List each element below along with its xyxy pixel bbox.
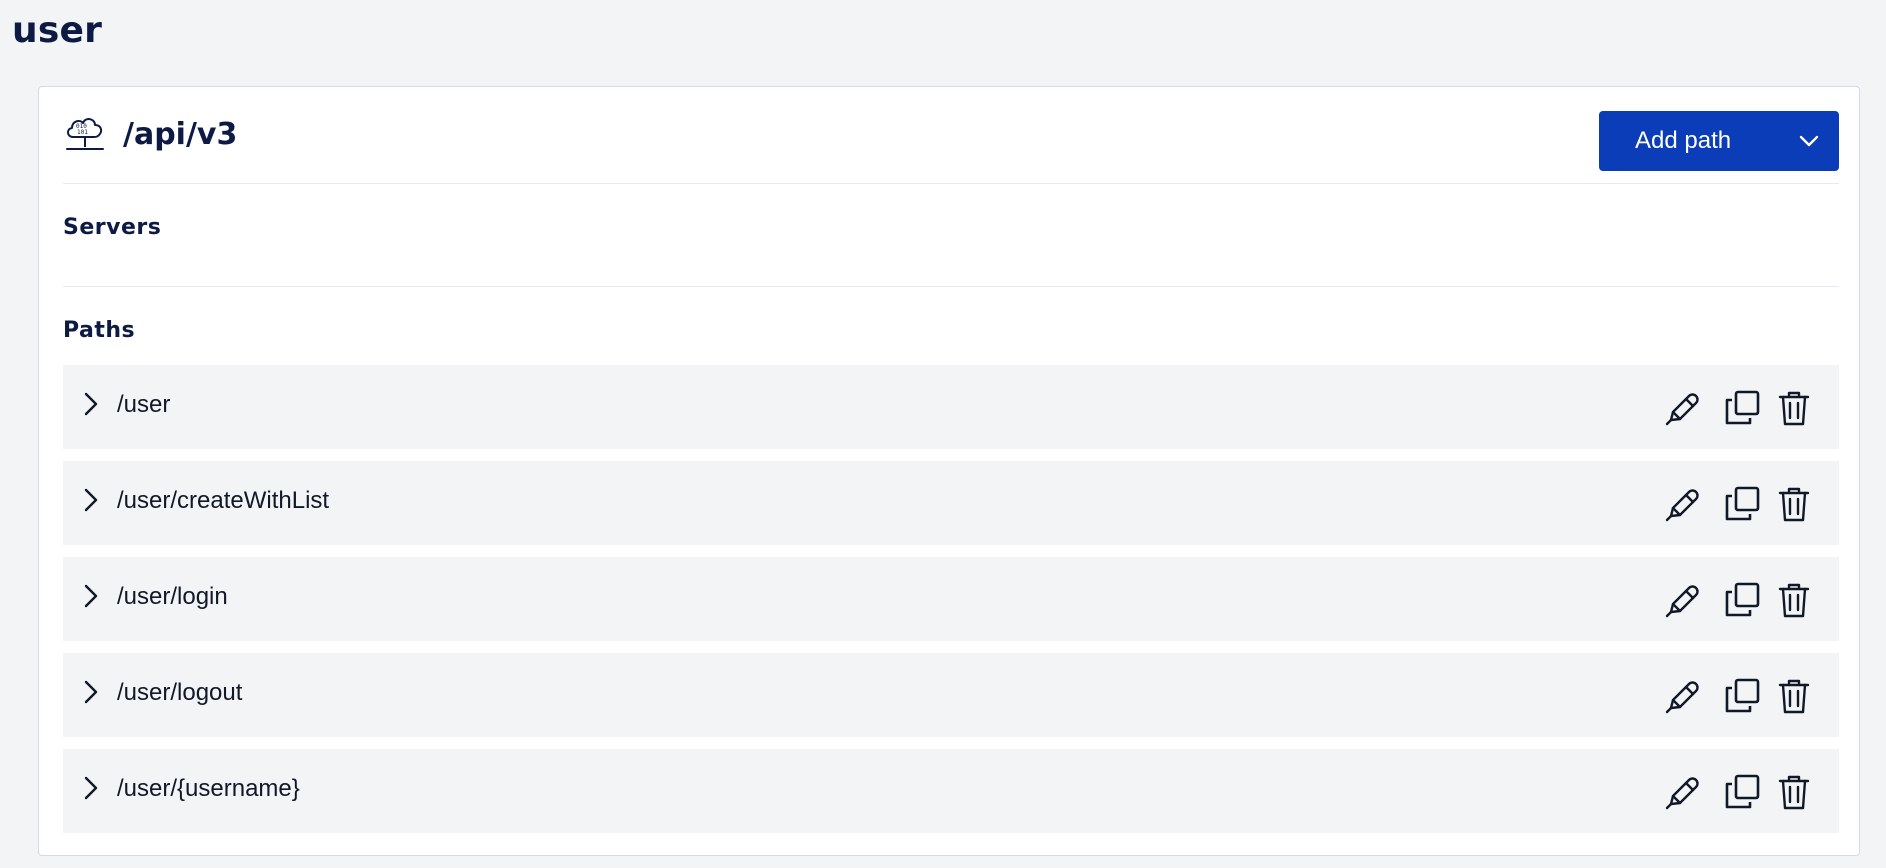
row-actions bbox=[1641, 581, 1811, 619]
header-divider bbox=[63, 183, 1839, 184]
add-path-button[interactable]: Add path bbox=[1599, 111, 1839, 171]
row-actions bbox=[1641, 677, 1811, 715]
chevron-right-icon[interactable] bbox=[81, 487, 101, 513]
path-name: /user bbox=[117, 391, 171, 418]
card-header: 010 101 /api/v3 Add path bbox=[63, 111, 1839, 171]
path-name: /user/login bbox=[117, 583, 228, 610]
trash-icon[interactable] bbox=[1777, 677, 1811, 715]
path-name: /user/{username} bbox=[117, 775, 300, 802]
server-cloud-icon: 010 101 bbox=[63, 111, 107, 159]
api-card: 010 101 /api/v3 Add path Servers Paths /… bbox=[38, 86, 1860, 856]
copy-icon[interactable] bbox=[1723, 581, 1761, 619]
servers-heading: Servers bbox=[63, 215, 162, 240]
chevron-right-icon[interactable] bbox=[81, 775, 101, 801]
path-row[interactable]: /user bbox=[63, 365, 1839, 449]
pencil-icon[interactable] bbox=[1663, 773, 1701, 811]
trash-icon[interactable] bbox=[1777, 389, 1811, 427]
path-row[interactable]: /user/logout bbox=[63, 653, 1839, 737]
path-row[interactable]: /user/login bbox=[63, 557, 1839, 641]
pencil-icon[interactable] bbox=[1663, 677, 1701, 715]
chevron-right-icon[interactable] bbox=[81, 391, 101, 417]
trash-icon[interactable] bbox=[1777, 581, 1811, 619]
chevron-right-icon[interactable] bbox=[81, 679, 101, 705]
trash-icon[interactable] bbox=[1777, 773, 1811, 811]
copy-icon[interactable] bbox=[1723, 389, 1761, 427]
chevron-right-icon[interactable] bbox=[81, 583, 101, 609]
svg-text:101: 101 bbox=[77, 129, 88, 136]
copy-icon[interactable] bbox=[1723, 485, 1761, 523]
row-actions bbox=[1641, 485, 1811, 523]
path-row[interactable]: /user/createWithList bbox=[63, 461, 1839, 545]
add-path-label: Add path bbox=[1635, 127, 1732, 154]
copy-icon[interactable] bbox=[1723, 677, 1761, 715]
path-row[interactable]: /user/{username} bbox=[63, 749, 1839, 833]
pencil-icon[interactable] bbox=[1663, 485, 1701, 523]
trash-icon[interactable] bbox=[1777, 485, 1811, 523]
row-actions bbox=[1641, 389, 1811, 427]
page-title: user bbox=[12, 10, 103, 51]
paths-heading: Paths bbox=[63, 318, 136, 343]
path-name: /user/logout bbox=[117, 679, 243, 706]
servers-divider bbox=[63, 286, 1839, 287]
path-name: /user/createWithList bbox=[117, 487, 330, 514]
paths-list: /user /user/createWithList /user/login /… bbox=[63, 365, 1839, 845]
pencil-icon[interactable] bbox=[1663, 389, 1701, 427]
chevron-down-icon[interactable] bbox=[1797, 129, 1821, 153]
copy-icon[interactable] bbox=[1723, 773, 1761, 811]
row-actions bbox=[1641, 773, 1811, 811]
pencil-icon[interactable] bbox=[1663, 581, 1701, 619]
api-title: /api/v3 bbox=[123, 117, 238, 152]
